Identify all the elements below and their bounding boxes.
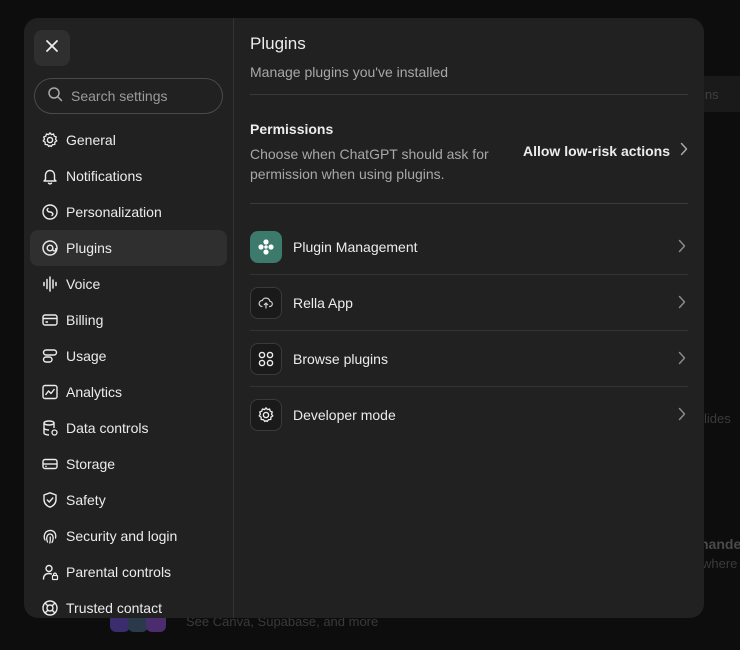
sidebar-item-notifications[interactable]: Notifications: [30, 158, 227, 194]
search-placeholder: Search settings: [71, 88, 168, 104]
sidebar-item-label: Safety: [66, 492, 106, 508]
close-icon: [45, 39, 59, 58]
permissions-setting-button[interactable]: Allow low-risk actions: [523, 142, 688, 159]
page-title: Plugins: [250, 34, 306, 53]
sidebar-item-label: Data controls: [66, 420, 149, 436]
shield-check-icon: [40, 490, 60, 510]
divider: [250, 203, 688, 204]
plugins-panel: Plugins Manage plugins you've installed …: [234, 18, 704, 618]
sidebar-item-plugins[interactable]: Plugins: [30, 230, 227, 266]
sidebar-item-security-and-login[interactable]: Security and login: [30, 518, 227, 554]
close-button[interactable]: [34, 30, 70, 66]
credit-card-icon: [40, 310, 60, 330]
divider: [250, 94, 688, 95]
analytics-chart-icon: [40, 382, 60, 402]
plugin-row-plugin-management[interactable]: Plugin Management: [250, 219, 688, 275]
sidebar-item-billing[interactable]: Billing: [30, 302, 227, 338]
grid-icon: [250, 342, 282, 375]
storage-drive-icon: [40, 454, 60, 474]
sidebar-item-general[interactable]: General: [30, 122, 227, 158]
sidebar-item-label: Storage: [66, 456, 116, 472]
plugin-row-developer-mode[interactable]: Developer mode: [250, 387, 688, 443]
permissions-action-label: Allow low-risk actions: [522, 142, 670, 159]
sidebar-item-label: Personalization: [66, 204, 162, 220]
sidebar-item-safety[interactable]: Safety: [30, 482, 227, 518]
sidebar-item-label: General: [66, 132, 116, 148]
plugin-row-label: Plugin Management: [293, 238, 418, 255]
sidebar-item-label: Parental controls: [66, 564, 172, 580]
bell-icon: [40, 166, 60, 186]
personalization-icon: [40, 202, 60, 222]
settings-sidebar: Search settings General Notifications Pe…: [24, 18, 234, 618]
sidebar-item-label: Billing: [66, 312, 104, 328]
plugin-row-label: Developer mode: [293, 407, 396, 423]
settings-modal: Search settings General Notifications Pe…: [24, 18, 704, 618]
search-icon: [47, 86, 63, 107]
usage-icon: [40, 346, 60, 366]
sidebar-item-analytics[interactable]: Analytics: [30, 374, 227, 410]
fingerprint-icon: [40, 526, 60, 546]
sidebar-item-label: Notifications: [66, 168, 143, 184]
plugin-list: Plugin Management Rella App Browse plugi: [250, 219, 688, 443]
plugin-row-browse-plugins[interactable]: Browse plugins: [250, 331, 688, 387]
plugin-row-label: Browse plugins: [293, 350, 388, 367]
permissions-description: Choose when ChatGPT should ask for permi…: [250, 146, 489, 182]
chevron-right-icon: [678, 351, 686, 370]
permissions-title: Permissions: [250, 121, 334, 137]
settings-nav: General Notifications Personalization Pl…: [30, 122, 227, 618]
sidebar-item-label: Trusted contact: [66, 600, 162, 616]
search-input[interactable]: Search settings: [34, 78, 223, 114]
plugin-management-icon: [250, 230, 282, 263]
voice-waveform-icon: [40, 274, 60, 294]
chevron-right-icon: [678, 295, 686, 314]
sidebar-item-parental-controls[interactable]: Parental controls: [30, 554, 227, 590]
sidebar-item-label: Security and login: [66, 528, 178, 544]
background-text: nande: [700, 536, 740, 552]
sidebar-item-label: Plugins: [66, 240, 112, 256]
sidebar-item-storage[interactable]: Storage: [30, 446, 227, 482]
background-pill-label: ins: [702, 87, 719, 102]
chevron-right-icon: [680, 142, 688, 159]
rella-app-icon: [250, 286, 282, 319]
sidebar-item-voice[interactable]: Voice: [30, 266, 227, 302]
page-subtitle: Manage plugins you've installed: [250, 64, 449, 80]
gear-icon: [40, 130, 60, 150]
chevron-right-icon: [678, 407, 686, 426]
chevron-right-icon: [678, 239, 686, 258]
plugins-icon: [40, 238, 60, 258]
sidebar-item-data-controls[interactable]: Data controls: [30, 410, 227, 446]
parental-user-icon: [40, 562, 60, 582]
sidebar-item-label: Usage: [66, 348, 107, 364]
gear-icon: [250, 399, 282, 431]
lifebuoy-icon: [40, 598, 60, 618]
sidebar-item-usage[interactable]: Usage: [30, 338, 227, 374]
sidebar-item-trusted-contact[interactable]: Trusted contact: [30, 590, 227, 618]
sidebar-item-personalization[interactable]: Personalization: [30, 194, 227, 230]
plugin-row-rella-app[interactable]: Rella App: [250, 275, 688, 331]
sidebar-item-label: Analytics: [66, 384, 123, 400]
plugin-row-label: Rella App: [293, 294, 353, 311]
background-text: lides: [704, 411, 731, 426]
sidebar-item-label: Voice: [66, 276, 101, 292]
database-icon: [40, 418, 60, 438]
background-text: where: [702, 556, 738, 571]
